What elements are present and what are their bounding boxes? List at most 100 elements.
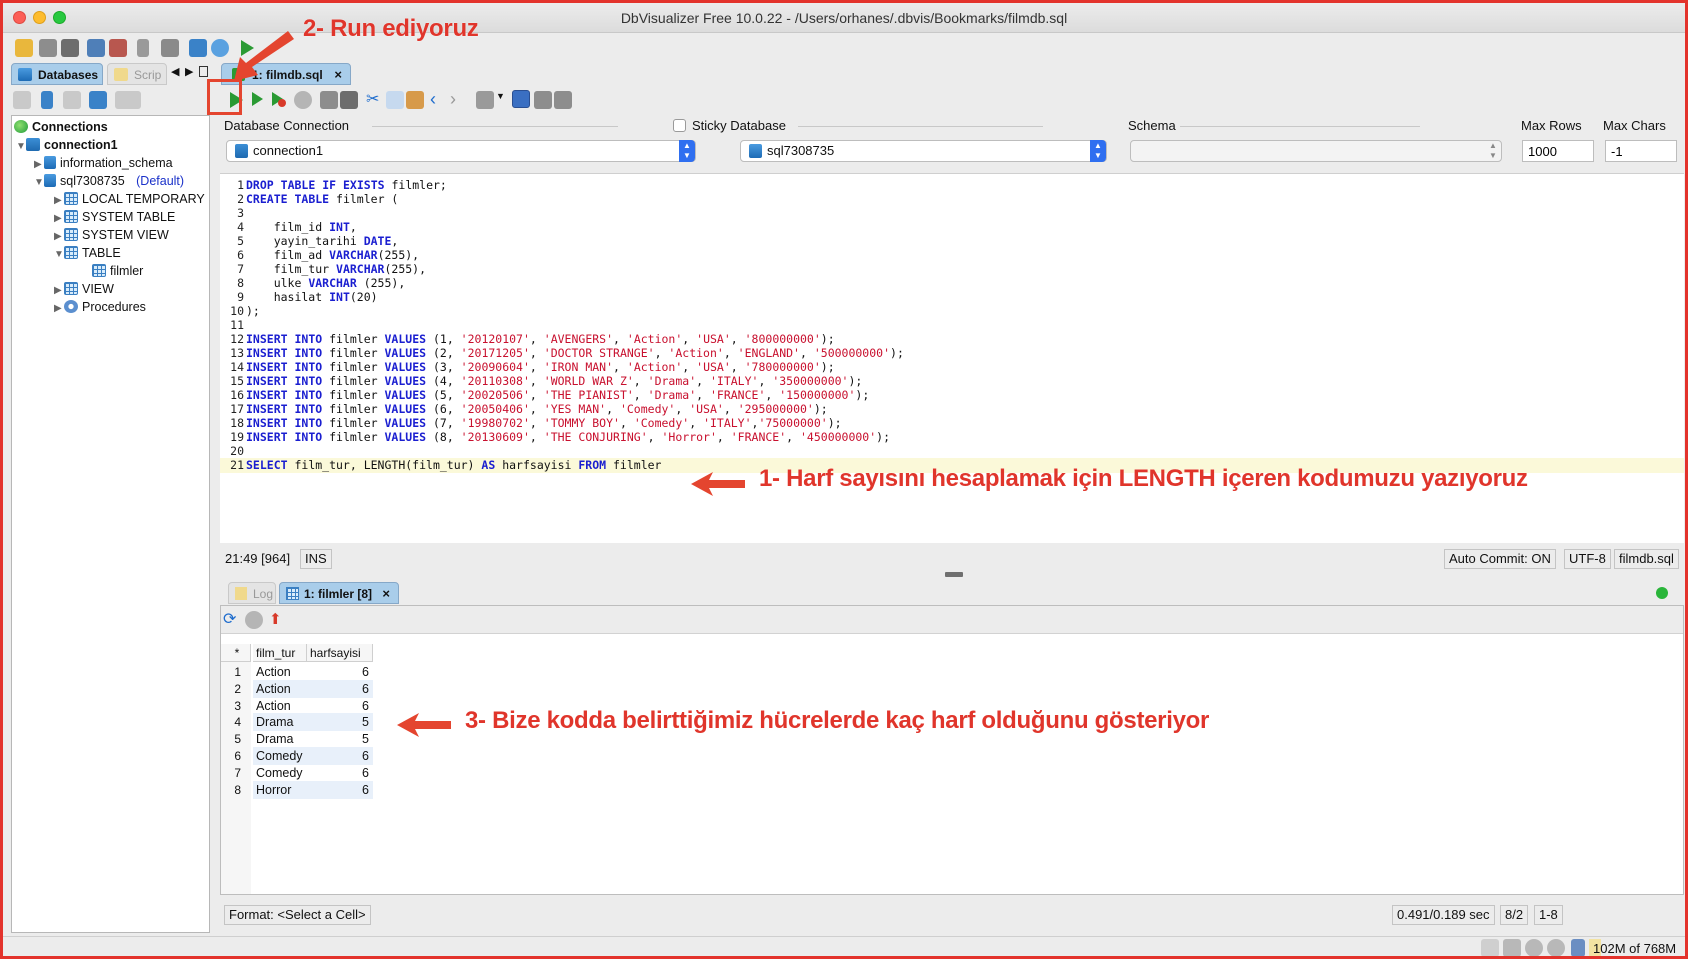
status-icon[interactable] (1481, 939, 1499, 956)
max-rows-input[interactable] (1522, 140, 1594, 162)
grid-cell[interactable]: Action (253, 697, 307, 715)
forward-icon[interactable]: › (450, 89, 468, 109)
tools-icon[interactable] (476, 91, 494, 109)
run-current-icon[interactable] (250, 91, 268, 109)
status-icon[interactable] (1503, 939, 1521, 956)
grid-cell[interactable]: Comedy (253, 764, 307, 782)
tab-result[interactable]: 1: filmler [8] × (279, 582, 399, 604)
new-connection-icon[interactable] (41, 91, 53, 109)
save-as-icon[interactable] (340, 91, 358, 109)
auto-commit-status[interactable]: Auto Commit: ON (1444, 549, 1556, 569)
tree-item-local-temporary[interactable]: ▶ LOCAL TEMPORARY (54, 190, 205, 208)
grid-cell[interactable]: Horror (253, 780, 307, 799)
table-icon[interactable] (189, 39, 207, 57)
tree-item-system-view[interactable]: ▶ SYSTEM VIEW (54, 226, 169, 244)
code-line[interactable]: 20 (220, 444, 1684, 459)
grid-cell[interactable]: 6 (307, 747, 373, 765)
grid-cell[interactable]: 6 (307, 764, 373, 782)
split-handle[interactable] (945, 572, 963, 577)
grid-cell[interactable]: 6 (307, 679, 373, 698)
grid-cell[interactable]: Drama (253, 713, 307, 732)
grid-cell[interactable]: Action (253, 679, 307, 698)
tree-item-system-table[interactable]: ▶ SYSTEM TABLE (54, 208, 175, 226)
tab-log[interactable]: Log (228, 582, 276, 604)
filter-icon[interactable] (115, 91, 141, 109)
stop-icon[interactable] (294, 91, 312, 109)
back-icon[interactable]: ‹ (430, 89, 448, 109)
trash-icon[interactable] (1571, 939, 1585, 956)
code-line[interactable]: 8 ulke VARCHAR (255), (220, 276, 1684, 291)
grid-cell[interactable]: 5 (307, 713, 373, 732)
column-header-film_tur[interactable]: film_tur (253, 644, 307, 662)
memory-indicator[interactable]: 102M of 768M (1589, 939, 1677, 956)
cut-icon[interactable]: ✂ (366, 91, 384, 109)
save-sql-icon[interactable] (320, 91, 338, 109)
tree-schema-information[interactable]: ▶ information_schema (34, 154, 173, 172)
sticky-database-checkbox[interactable] (673, 119, 686, 132)
tab-list-icon[interactable] (199, 66, 208, 77)
collapsed-icon[interactable]: ▶ (54, 300, 64, 318)
code-line[interactable]: 10); (220, 304, 1684, 319)
tab-next-icon[interactable]: ▶ (185, 65, 193, 78)
code-line[interactable]: 19 INSERT INTO filmler VALUES (8, '201306… (220, 430, 1684, 445)
grid-cell[interactable]: Drama (253, 730, 307, 748)
code-line[interactable]: 6 film_ad VARCHAR(255), (220, 248, 1684, 263)
grid-cell[interactable]: 6 (307, 780, 373, 799)
database-select[interactable]: sql7308735 ▲ ▼ (740, 140, 1107, 162)
folder-open-icon[interactable] (15, 39, 33, 57)
tab-scripts[interactable]: Scrip (107, 63, 167, 85)
code-line[interactable]: 1 DROP TABLE IF EXISTS filmler; (220, 178, 1684, 193)
code-line[interactable]: 16 INSERT INTO filmler VALUES (5, '200205… (220, 388, 1684, 403)
layout-icon[interactable] (512, 90, 530, 108)
row-number[interactable]: 6 (221, 747, 241, 765)
paste-icon[interactable] (406, 91, 424, 109)
close-icon[interactable]: × (334, 64, 342, 86)
row-number[interactable]: 8 (221, 781, 241, 799)
grid-view-icon[interactable] (534, 91, 552, 109)
tree-item-view[interactable]: ▶ VIEW (54, 280, 114, 298)
code-line[interactable]: 3 (220, 206, 1684, 221)
row-number[interactable]: 7 (221, 764, 241, 782)
code-line[interactable]: 7 film_tur VARCHAR(255), (220, 262, 1684, 277)
expanded-icon[interactable]: ▼ (16, 138, 26, 156)
cancel-icon[interactable] (1547, 939, 1565, 956)
tree-schema-default[interactable]: ▼ sql7308735 (Default) (34, 172, 184, 190)
code-line[interactable]: 11 (220, 318, 1684, 333)
code-line[interactable]: 15 INSERT INTO filmler VALUES (4, '201103… (220, 374, 1684, 389)
tree-item-procedures[interactable]: ▶ Procedures (54, 298, 146, 316)
text-view-icon[interactable] (554, 91, 572, 109)
grid-corner[interactable]: * (221, 644, 251, 662)
code-line[interactable]: 13 INSERT INTO filmler VALUES (2, '201712… (220, 346, 1684, 361)
tab-prev-icon[interactable]: ◀ (171, 65, 179, 78)
row-number[interactable]: 1 (221, 663, 241, 681)
row-number[interactable]: 5 (221, 730, 241, 748)
code-line[interactable]: 18 INSERT INTO filmler VALUES (7, '199807… (220, 416, 1684, 431)
column-header-harfsayisi[interactable]: harfsayisi (307, 644, 373, 662)
code-line[interactable]: 12 INSERT INTO filmler VALUES (1, '201201… (220, 332, 1684, 347)
collapse-icon[interactable] (89, 91, 107, 109)
tree-item-filmler[interactable]: filmler (92, 262, 143, 280)
grid-cell[interactable]: Comedy (253, 747, 307, 765)
expanded-icon[interactable]: ▼ (54, 246, 64, 264)
grid-cell[interactable]: 6 (307, 663, 373, 681)
connect-all-icon[interactable] (63, 91, 81, 109)
tools-icon[interactable] (161, 39, 179, 57)
stop-icon[interactable] (245, 611, 263, 629)
row-number[interactable]: 4 (221, 713, 241, 731)
grid-cell[interactable]: 5 (307, 730, 373, 748)
encoding-status[interactable]: UTF-8 (1564, 549, 1611, 569)
save-all-icon[interactable] (61, 39, 79, 57)
sync-icon[interactable] (1525, 939, 1543, 956)
grid-cell[interactable]: Action (253, 663, 307, 681)
code-line[interactable]: 2 CREATE TABLE filmler ( (220, 192, 1684, 207)
copy-icon[interactable] (386, 91, 404, 109)
refresh-tree-icon[interactable] (13, 91, 31, 109)
monitor-icon[interactable] (211, 39, 229, 57)
database-connection-select[interactable]: connection1 ▲ ▼ (226, 140, 696, 162)
code-line[interactable]: 9 hasilat INT(20) (220, 290, 1684, 305)
disconnect-icon[interactable] (109, 39, 127, 57)
connect-icon[interactable] (87, 39, 105, 57)
add-icon[interactable] (1656, 587, 1668, 599)
result-grid[interactable]: * film_tur harfsayisi 1 Action 6 2 Action 6 3 Acti… (221, 644, 1683, 894)
schema-select[interactable]: ▲ ▼ (1130, 140, 1502, 162)
